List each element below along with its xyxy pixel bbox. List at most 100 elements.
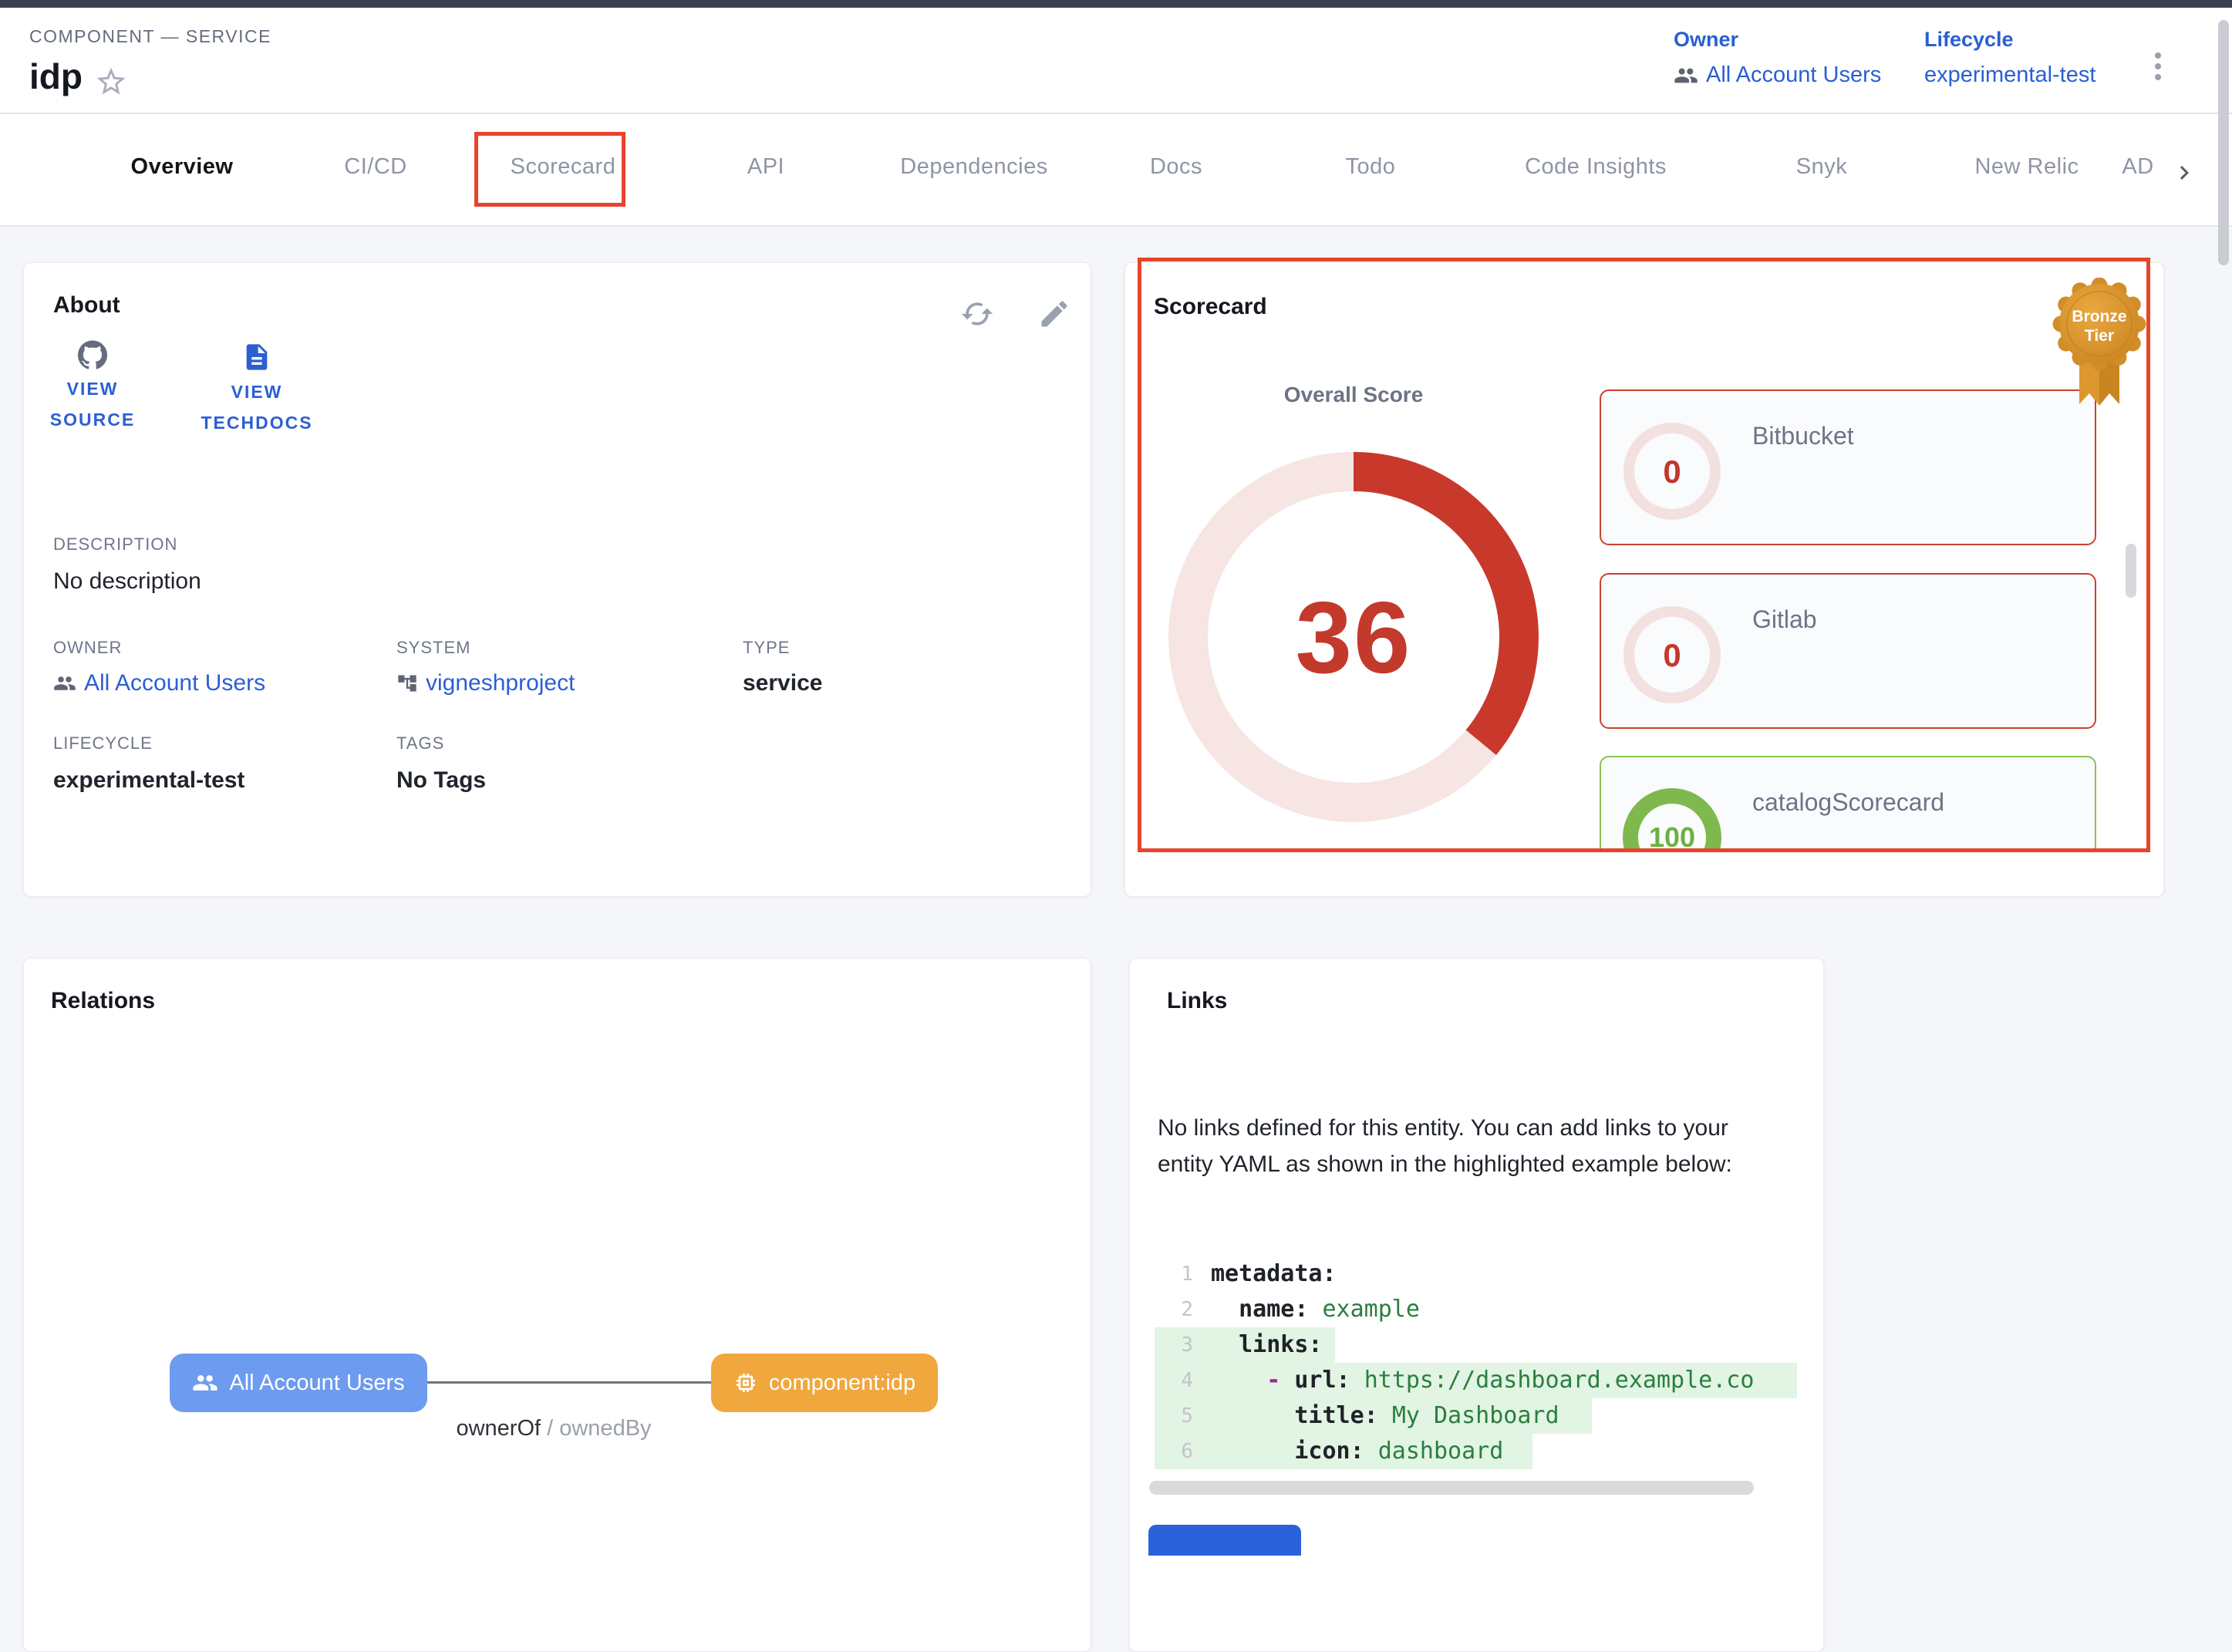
yaml-code-block: 1 metadata: 2 name: example 3 links: 4 -… — [1155, 1256, 1797, 1469]
lifecycle-label: Lifecycle — [1924, 28, 2095, 52]
tab-scorecard[interactable]: Scorecard — [511, 154, 616, 180]
people-icon — [53, 672, 76, 695]
links-title: Links — [1167, 988, 1227, 1014]
check-card-gitlab[interactable]: 0 Gitlab — [1600, 573, 2096, 729]
tab-docs[interactable]: Docs — [1150, 154, 1202, 180]
tab-code-insights[interactable]: Code Insights — [1525, 154, 1667, 180]
links-empty-text: No links defined for this entity. You ca… — [1158, 1110, 1775, 1182]
check-score-ring: 0 — [1622, 421, 1722, 521]
check-name: Bitbucket — [1752, 422, 1854, 450]
people-icon — [192, 1370, 218, 1396]
check-card-catalog-scorecard[interactable]: 100 catalogScorecard — [1600, 756, 2096, 850]
badge-line2: Tier — [2085, 327, 2114, 345]
tab-cicd[interactable]: CI/CD — [344, 154, 406, 180]
relation-node-component-label: component:idp — [769, 1370, 915, 1396]
system-field-link[interactable]: vigneshproject — [396, 670, 575, 696]
relation-node-component[interactable]: component:idp — [711, 1354, 938, 1412]
favorite-star-icon[interactable] — [94, 65, 128, 99]
overall-score-label: Overall Score — [1276, 383, 1431, 407]
overall-score-gauge: 36 — [1168, 452, 1539, 822]
relations-card: Relations — [23, 958, 1091, 1652]
tab-overview[interactable]: Overview — [131, 154, 234, 180]
owner-label: Owner — [1674, 28, 1881, 52]
owner-link[interactable]: All Account Users — [1674, 62, 1881, 88]
check-name: catalogScorecard — [1752, 788, 1944, 817]
page-scrollbar-thumb[interactable] — [2218, 20, 2229, 265]
tab-snyk[interactable]: Snyk — [1796, 154, 1847, 180]
tab-new-relic[interactable]: New Relic — [1974, 154, 2079, 180]
bronze-tier-badge: Bronze Tier — [2045, 278, 2153, 410]
people-icon — [1674, 63, 1698, 88]
page-title: idp — [29, 56, 83, 97]
type-field-label: TYPE — [743, 638, 790, 658]
code-horizontal-scrollbar[interactable] — [1149, 1481, 1754, 1495]
cutoff-blue-button[interactable] — [1148, 1525, 1301, 1556]
checks-scrollbar-thumb[interactable] — [2126, 544, 2136, 598]
overall-score-value: 36 — [1296, 579, 1412, 696]
lifecycle-field-label: LIFECYCLE — [53, 733, 153, 754]
breadcrumb: COMPONENT — SERVICE — [29, 26, 271, 47]
tab-bar: Overview CI/CD Scorecard API Dependencie… — [0, 114, 2232, 227]
check-score-ring: 100 — [1622, 787, 1722, 850]
view-source-line2: SOURCE — [49, 404, 136, 435]
svg-text:0: 0 — [1663, 637, 1681, 673]
view-source-line1: VIEW — [49, 373, 136, 404]
badge-line1: Bronze — [2072, 308, 2126, 325]
tab-dependencies[interactable]: Dependencies — [900, 154, 1047, 180]
relation-node-owner-label: All Account Users — [229, 1370, 404, 1396]
tab-todo[interactable]: Todo — [1346, 154, 1396, 180]
description-label: DESCRIPTION — [53, 534, 177, 555]
code-line-highlighted: 6 icon: dashboard — [1155, 1434, 1797, 1469]
code-line-highlighted: 4 - url: https://dashboard.example.co — [1155, 1363, 1797, 1398]
type-field-value: service — [743, 670, 822, 696]
edit-icon[interactable] — [1037, 297, 1071, 331]
relations-title: Relations — [51, 988, 155, 1014]
about-card: About VIEW SOURCE VIEW TECHDOCS DESCRIPT… — [23, 262, 1091, 897]
check-score-ring: 0 — [1622, 605, 1722, 705]
svg-text:0: 0 — [1663, 453, 1681, 490]
entity-header: COMPONENT — SERVICE idp Owner All Accoun… — [0, 8, 2232, 114]
owner-value: All Account Users — [1706, 62, 1881, 88]
scorecard-checks-list: 0 Bitbucket 0 Gitlab 100 catalogScorecar… — [1600, 370, 2099, 850]
tags-field-value: No Tags — [396, 767, 486, 794]
tab-ad-truncated[interactable]: AD — [2122, 154, 2153, 180]
lifecycle-field-value: experimental-test — [53, 767, 244, 794]
tab-api[interactable]: API — [747, 154, 784, 180]
edge-separator: / — [541, 1416, 559, 1441]
about-title: About — [53, 292, 120, 319]
owner-field-label: OWNER — [53, 638, 122, 658]
edge-forward-label: ownerOf — [456, 1416, 541, 1441]
view-source-link[interactable]: VIEW SOURCE — [49, 340, 136, 435]
code-line: 2 name: example — [1155, 1292, 1797, 1327]
header-owner: Owner All Account Users — [1674, 28, 1881, 88]
relation-node-owner[interactable]: All Account Users — [170, 1354, 427, 1412]
scorecard-title: Scorecard — [1154, 294, 1267, 320]
description-value: No description — [53, 568, 201, 595]
system-field-label: SYSTEM — [396, 638, 470, 658]
tags-field-label: TAGS — [396, 733, 444, 754]
view-techdocs-line1: VIEW — [187, 376, 326, 407]
code-line: 1 metadata: — [1155, 1256, 1797, 1292]
system-icon — [396, 673, 418, 694]
check-name: Gitlab — [1752, 605, 1817, 634]
code-line-highlighted: 3 links: — [1155, 1327, 1797, 1363]
system-field-value: vigneshproject — [426, 670, 575, 696]
chevron-right-icon[interactable] — [2170, 159, 2198, 187]
top-window-strip — [0, 0, 2232, 8]
svg-text:100: 100 — [1649, 821, 1695, 850]
owner-field-value: All Account Users — [84, 670, 265, 696]
owner-field-link[interactable]: All Account Users — [53, 670, 265, 696]
refresh-icon[interactable] — [960, 297, 994, 331]
github-icon — [78, 340, 107, 369]
view-techdocs-line2: TECHDOCS — [187, 407, 326, 438]
header-lifecycle: Lifecycle experimental-test — [1924, 28, 2095, 88]
check-card-bitbucket[interactable]: 0 Bitbucket — [1600, 389, 2096, 545]
edge-reverse-label: ownedBy — [559, 1416, 651, 1441]
relation-edge-line — [427, 1381, 711, 1384]
kebab-menu-icon[interactable] — [2143, 48, 2173, 85]
techdocs-icon — [241, 342, 272, 373]
code-line-highlighted: 5 title: My Dashboard — [1155, 1398, 1797, 1434]
chip-icon — [733, 1370, 758, 1395]
view-techdocs-link[interactable]: VIEW TECHDOCS — [187, 342, 326, 438]
links-card: Links No links defined for this entity. … — [1129, 958, 1824, 1652]
